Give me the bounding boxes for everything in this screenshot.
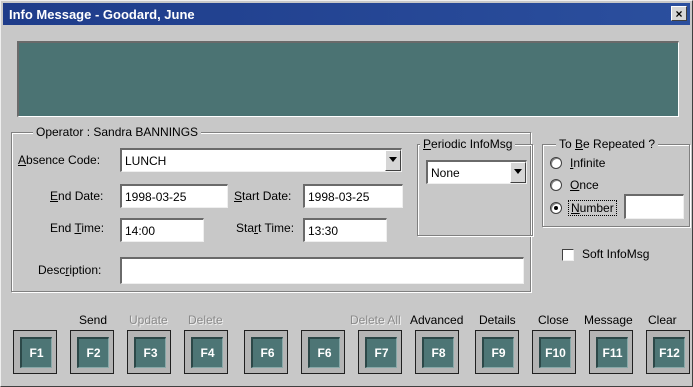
chevron-down-icon[interactable] [510,162,526,183]
f2-send-button[interactable]: F2 [70,330,114,374]
description-label: Description: [38,263,102,277]
f8-advanced-button[interactable]: F8 [415,330,459,374]
fkey-label-advanced: Advanced [410,313,464,327]
f9-key-face: F9 [482,337,514,368]
fkey-label-delete: Delete [188,313,223,327]
absence-code-label: Absence Code: [18,153,101,167]
radio-number-label: Number [568,200,617,216]
periodic-infomsg-title: Periodic InfoMsg [420,137,516,151]
radio-infinite[interactable] [550,157,562,169]
repeat-number-field[interactable] [624,194,684,219]
info-message-window: Info Message - Goodard, June × Operator … [0,0,693,387]
f11-key-face: F11 [596,337,628,368]
f3-update-button[interactable]: F3 [127,330,171,374]
end-time-label: End Time: [50,221,105,235]
fkey-label-send: Send [79,313,108,327]
description-field[interactable] [120,257,524,284]
fkey-label-close: Close [538,313,569,327]
radio-infinite-label: Infinite [570,156,606,170]
start-time-label: Start Time: [236,221,295,235]
periodic-infomsg-combo[interactable]: None [426,160,527,184]
operator-group-title: Operator : Sandra BANNINGS [33,125,202,139]
f12-clear-button[interactable]: F12 [646,330,690,374]
f10-close-button[interactable]: F10 [532,330,576,374]
message-display-area[interactable] [17,41,679,117]
f11-message-button[interactable]: F11 [589,330,633,374]
f6-second-button[interactable]: F6 [301,330,345,374]
window-title: Info Message - Goodard, June [9,6,195,22]
start-date-label: Start Date: [234,189,292,203]
close-icon[interactable]: × [671,6,687,21]
start-time-field[interactable]: 13:30 [303,218,387,242]
f1-key-face: F1 [20,337,52,368]
f6-key-face: F6 [251,337,283,368]
f2-key-face: F2 [77,337,109,368]
radio-once-label: Once [570,178,599,192]
repeat-group-title: To Be Repeated ? [556,137,659,151]
f4-key-face: F4 [191,337,223,368]
f1-button[interactable]: F1 [13,330,57,374]
fkey-label-details: Details [479,313,516,327]
end-date-field[interactable]: 1998-03-25 [120,184,228,208]
fkey-label-message: Message [584,313,633,327]
absence-code-combo[interactable]: LUNCH [120,148,402,172]
f12-key-face: F12 [653,337,685,368]
absence-code-value: LUNCH [125,154,167,168]
soft-infomsg-label: Soft InfoMsg [582,247,650,261]
f7-key-face: F7 [365,337,397,368]
end-date-label: End Date: [50,189,104,203]
radio-number[interactable] [550,202,562,214]
soft-infomsg-checkbox[interactable] [562,249,574,261]
fkey-label-clear: Clear [648,313,677,327]
f3-key-face: F3 [134,337,166,368]
chevron-down-icon[interactable] [385,150,401,171]
f8-key-face: F8 [422,337,454,368]
f7-delete-all-button[interactable]: F7 [358,330,402,374]
title-bar: Info Message - Goodard, June × [3,3,690,25]
f10-key-face: F10 [539,337,571,368]
f4-delete-button[interactable]: F4 [184,330,228,374]
periodic-infomsg-group [417,144,533,236]
end-time-field[interactable]: 14:00 [120,218,204,242]
radio-once[interactable] [550,179,562,191]
f6-second-key-face: F6 [308,337,340,368]
fkey-label-update: Update [129,313,168,327]
f6-button[interactable]: F6 [244,330,288,374]
f9-details-button[interactable]: F9 [475,330,519,374]
start-date-field[interactable]: 1998-03-25 [303,184,403,208]
periodic-infomsg-value: None [431,166,460,180]
fkey-label-delete-all: Delete All [350,313,401,327]
